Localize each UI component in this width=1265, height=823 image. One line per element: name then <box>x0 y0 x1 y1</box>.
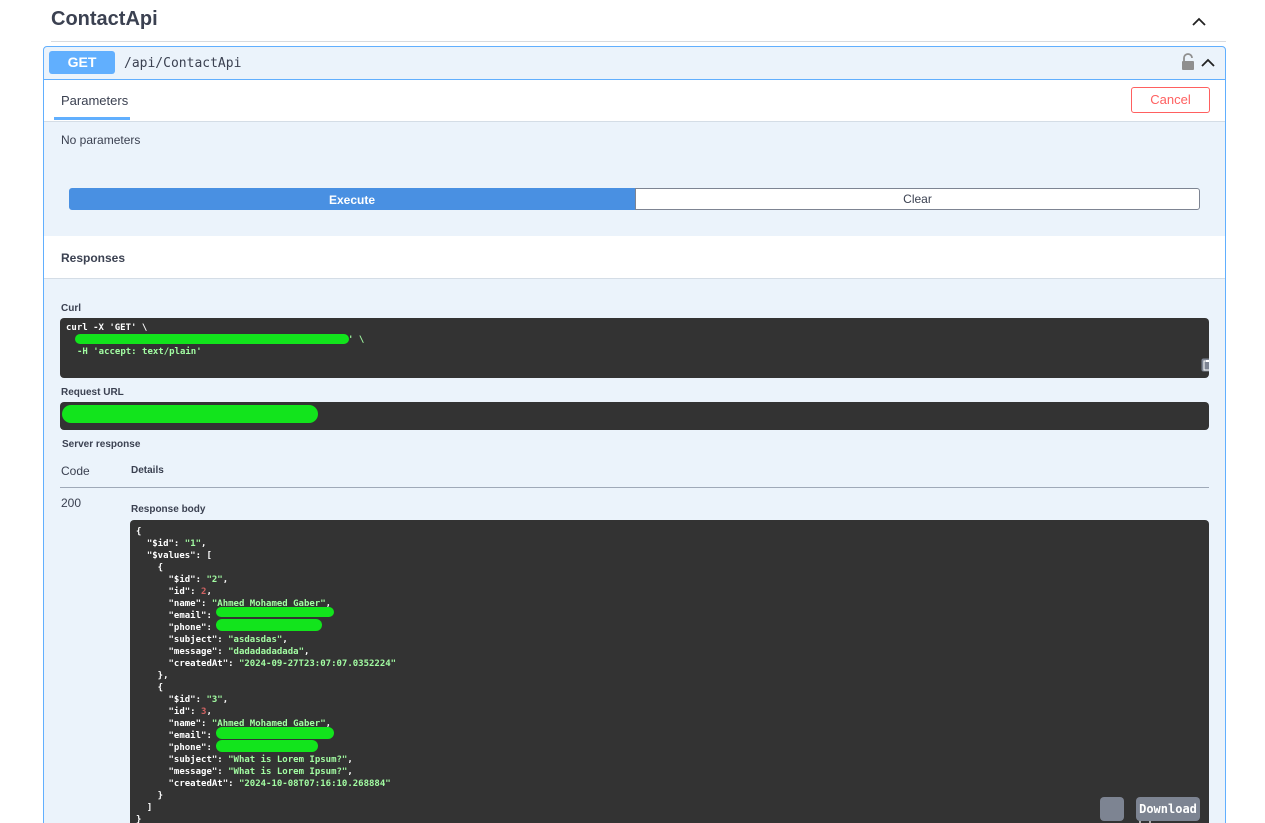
response-body-block[interactable]: { "$id": "1", "$values": [ { "$id": "2",… <box>130 520 1209 823</box>
status-code: 200 <box>61 496 82 510</box>
operation-summary[interactable]: GET /api/ContactApi <box>44 47 1225 80</box>
response-body-line: "subject": "What is Lorem Ipsum?", <box>136 755 353 765</box>
copy-icon[interactable] <box>1201 358 1209 372</box>
copy-icon[interactable] <box>1100 797 1151 823</box>
divider <box>60 487 1209 488</box>
response-body-line: { <box>136 527 142 537</box>
execute-button-group: Execute Clear <box>69 188 1200 210</box>
response-body-text: { "$id": "1", "$values": [ { "$id": "2",… <box>136 526 396 823</box>
tab-parameters[interactable]: Parameters <box>61 93 128 108</box>
details-column-header: Details <box>131 465 164 476</box>
request-url-label: Request URL <box>61 387 124 398</box>
response-body-line: } <box>136 815 142 823</box>
response-body-line: "$id": "2", <box>136 575 229 585</box>
cancel-button[interactable]: Cancel <box>1131 87 1210 113</box>
response-body-line: { <box>136 683 164 693</box>
method-badge: GET <box>49 51 115 74</box>
redaction-mark <box>216 727 334 739</box>
response-body-line: "message": "What is Lorem Ipsum?", <box>136 767 353 777</box>
operation-block: GET /api/ContactApi Parameters Cancel No… <box>43 46 1226 823</box>
curl-line-2-tail: ' \ <box>348 335 365 345</box>
tag-title: ContactApi <box>51 8 158 30</box>
response-body-line: "createdAt": "2024-09-27T23:07:07.035222… <box>136 659 397 669</box>
redaction-mark <box>75 334 349 344</box>
responses-title: Responses <box>61 251 126 265</box>
redaction-mark <box>216 619 322 631</box>
response-body-line: "createdAt": "2024-10-08T07:16:10.268884… <box>136 779 391 789</box>
operation-path: /api/ContactApi <box>124 56 242 71</box>
redaction-mark <box>62 405 318 423</box>
curl-line-3: -H 'accept: text/plain' <box>77 347 202 357</box>
tag-header[interactable]: ContactApi <box>51 4 1226 42</box>
response-body-line: "$id": "3", <box>136 695 229 705</box>
response-body-label: Response body <box>131 504 206 515</box>
response-body-line: "$id": "1", <box>136 539 207 549</box>
redaction-mark <box>216 607 334 617</box>
chevron-up-icon[interactable] <box>1190 13 1208 31</box>
response-body-line: "id": 3, <box>136 707 212 717</box>
chevron-up-icon[interactable] <box>1200 55 1216 71</box>
curl-line-1: curl -X 'GET' \ <box>66 323 148 333</box>
response-body-line: "$values": [ <box>136 551 212 561</box>
server-response-label: Server response <box>62 439 141 450</box>
curl-code-block[interactable]: curl -X 'GET' \ ' \ -H 'accept: text/pla… <box>60 318 1209 378</box>
no-parameters-text: No parameters <box>61 133 141 147</box>
response-body-line: "id": 2, <box>136 587 212 597</box>
curl-label: Curl <box>61 303 81 314</box>
response-body-line: "subject": "asdasdas", <box>136 635 288 645</box>
lock-icon[interactable] <box>1181 53 1195 71</box>
response-body-line: ] <box>136 803 153 813</box>
tab-active-indicator <box>54 117 130 120</box>
request-url-block[interactable] <box>60 402 1209 430</box>
download-button[interactable]: Download <box>1136 797 1200 821</box>
response-body-line: } <box>136 791 164 801</box>
response-body-line: }, <box>136 671 169 681</box>
response-body-line: "message": "dadadadadada", <box>136 647 310 657</box>
clear-button[interactable]: Clear <box>635 188 1200 210</box>
response-body-line: { <box>136 563 164 573</box>
redaction-mark <box>216 740 318 752</box>
execute-button[interactable]: Execute <box>69 188 635 210</box>
responses-bar: Responses <box>44 236 1225 279</box>
parameters-bar: Parameters Cancel <box>44 80 1225 122</box>
code-column-header: Code <box>61 464 90 478</box>
